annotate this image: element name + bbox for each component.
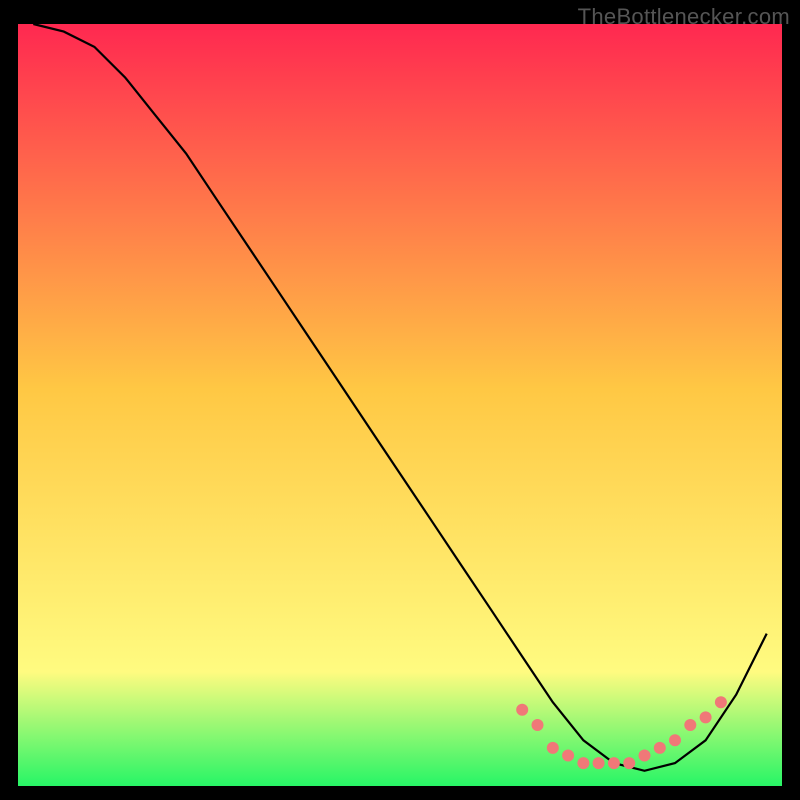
valley-marker <box>669 734 681 746</box>
bottleneck-chart <box>0 0 800 800</box>
valley-marker <box>654 742 666 754</box>
valley-marker <box>700 711 712 723</box>
valley-marker <box>562 750 574 762</box>
valley-marker <box>532 719 544 731</box>
valley-marker <box>593 757 605 769</box>
chart-gradient-area <box>18 24 782 786</box>
valley-marker <box>547 742 559 754</box>
valley-marker <box>516 704 528 716</box>
valley-marker <box>623 757 635 769</box>
valley-marker <box>715 696 727 708</box>
valley-marker <box>608 757 620 769</box>
valley-marker <box>639 750 651 762</box>
attribution-text: TheBottlenecker.com <box>578 4 790 30</box>
valley-marker <box>577 757 589 769</box>
valley-marker <box>684 719 696 731</box>
